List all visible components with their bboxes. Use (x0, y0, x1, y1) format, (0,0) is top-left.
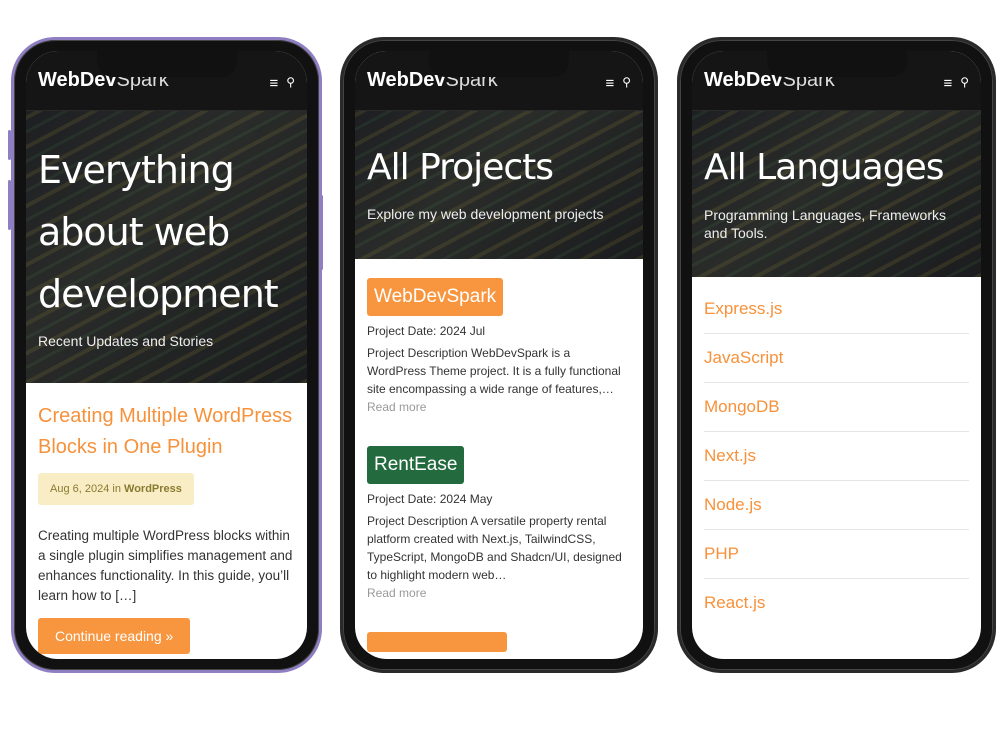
post-excerpt: Creating multiple WordPress blocks withi… (38, 528, 293, 603)
phone-languages: WebDevSpark ≡ ⚲ All Languages Programming… (677, 37, 996, 673)
search-icon[interactable]: ⚲ (960, 75, 969, 92)
language-item[interactable]: Express.js (704, 285, 969, 334)
project-item: RentEase Project Date: 2024 May Project … (367, 446, 631, 602)
hero-subtitle: Programming Languages, Frameworks and To… (704, 207, 946, 241)
language-item[interactable]: PHP (704, 530, 969, 579)
project-date: Project Date: 2024 Jul (367, 322, 631, 340)
hero: All Languages Programming Languages, Fra… (692, 111, 981, 277)
post-title[interactable]: Creating Multiple WordPress Blocks in On… (38, 401, 295, 463)
hero: Everything about web development Recent … (26, 111, 307, 383)
menu-icon[interactable]: ≡ (269, 75, 278, 92)
phone-notch (766, 51, 907, 77)
language-item[interactable]: Node.js (704, 481, 969, 530)
post-category[interactable]: WordPress (124, 483, 182, 495)
project-item-partial (367, 632, 507, 652)
language-item[interactable]: MongoDB (704, 383, 969, 432)
read-more-link[interactable]: Read more (367, 400, 426, 414)
language-list: Express.js JavaScript MongoDB Next.js No… (692, 277, 981, 659)
hero-title: Everything about web development (38, 148, 279, 316)
hero: All Projects Explore my web development … (355, 111, 643, 259)
date-value: 2024 Jul (439, 324, 486, 338)
hero-title: All Projects (367, 147, 554, 188)
hero-subtitle: Recent Updates and Stories (38, 333, 214, 349)
post-in: in (112, 483, 121, 495)
date-label: Project Date: (367, 324, 437, 338)
phone-home: WebDevSpark ≡ ⚲ Everything about web deve… (11, 37, 322, 673)
phone-projects: WebDevSpark ≡ ⚲ All Projects Explore my w… (340, 37, 658, 673)
date-value: 2024 May (439, 492, 493, 506)
continue-reading-button[interactable]: Continue reading » (38, 618, 191, 654)
screen-home: WebDevSpark ≡ ⚲ Everything about web deve… (26, 51, 307, 659)
post-date: Aug 6, 2024 (50, 483, 110, 495)
project-date: Project Date: 2024 May (367, 490, 631, 508)
search-icon[interactable]: ⚲ (622, 75, 631, 92)
menu-icon[interactable]: ≡ (605, 75, 614, 92)
hero-subtitle: Explore my web development projects (367, 206, 604, 222)
language-item[interactable]: Next.js (704, 432, 969, 481)
project-description: Project Description WebDevSpark is a Wor… (367, 346, 621, 396)
hero-title: All Languages (704, 147, 945, 188)
menu-icon[interactable]: ≡ (943, 75, 952, 92)
read-more-link[interactable]: Read more (367, 586, 426, 600)
post-card: Creating Multiple WordPress Blocks in On… (26, 383, 307, 659)
post-meta: Aug 6, 2024 in WordPress (38, 473, 194, 505)
project-item: WebDevSpark Project Date: 2024 Jul Proje… (367, 278, 631, 416)
screen-projects: WebDevSpark ≡ ⚲ All Projects Explore my w… (355, 51, 643, 659)
project-title[interactable]: WebDevSpark (367, 278, 504, 316)
search-icon[interactable]: ⚲ (286, 75, 295, 92)
screen-languages: WebDevSpark ≡ ⚲ All Languages Programming… (692, 51, 981, 659)
project-description: Project Description A versatile property… (367, 514, 622, 582)
date-label: Project Date: (367, 492, 437, 506)
phone-notch (96, 51, 237, 77)
language-item[interactable]: React.js (704, 579, 969, 627)
project-title[interactable]: RentEase (367, 446, 465, 484)
phone-notch (429, 51, 569, 77)
project-list: WebDevSpark Project Date: 2024 Jul Proje… (355, 259, 643, 659)
language-item[interactable]: JavaScript (704, 334, 969, 383)
